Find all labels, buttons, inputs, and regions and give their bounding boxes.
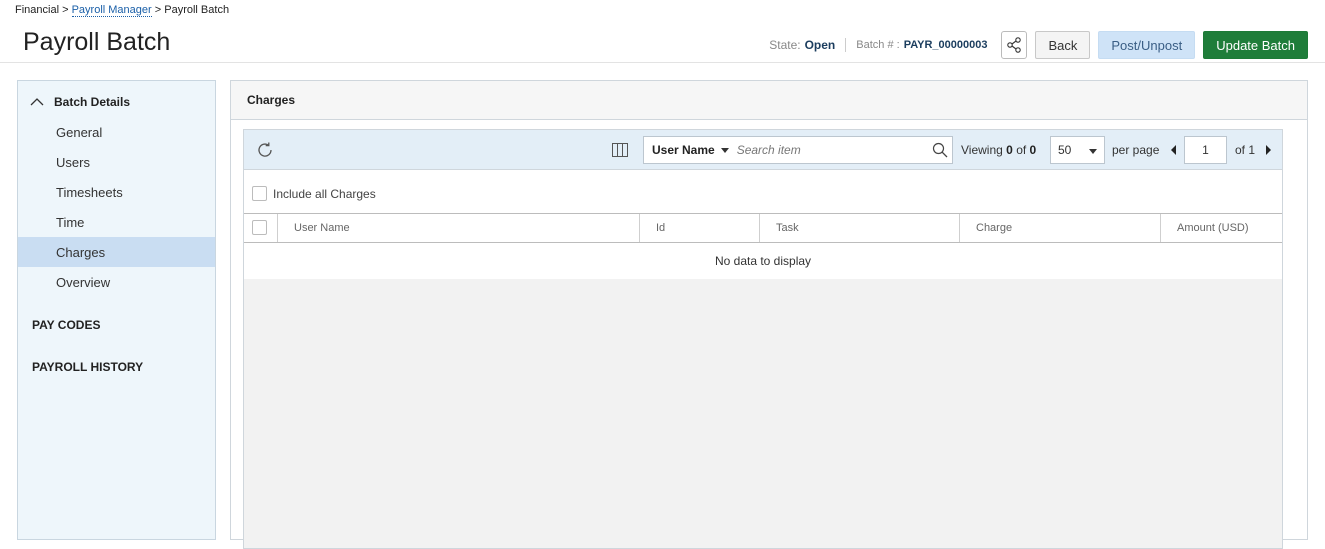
column-header-id[interactable]: Id (639, 214, 759, 242)
sidebar-item-users[interactable]: Users (18, 147, 215, 177)
chevron-up-icon (30, 98, 44, 106)
sidebar-item-charges[interactable]: Charges (18, 237, 215, 267)
page-title: Payroll Batch (23, 28, 171, 56)
breadcrumb-separator: > (154, 4, 162, 16)
state-value: Open (804, 38, 836, 52)
page-header: Financial > Payroll Manager > Payroll Ba… (0, 0, 1325, 63)
breadcrumb-payroll-manager[interactable]: Payroll Manager (71, 4, 152, 17)
no-data-message: No data to display (244, 243, 1282, 279)
table-header: User Name Id Task Charge Amount (USD) (244, 213, 1282, 243)
search-box: User Name (643, 136, 953, 164)
post-unpost-button[interactable]: Post/Unpost (1098, 31, 1196, 59)
per-page-label: per page (1112, 143, 1160, 157)
share-icon (1007, 37, 1022, 53)
include-all-label: Include all Charges (273, 187, 376, 201)
batch-label: Batch # : (856, 39, 900, 51)
sidebar-pay-codes[interactable]: PAY CODES (32, 318, 100, 332)
batch-details-toggle[interactable]: Batch Details (18, 91, 215, 113)
prev-page-icon[interactable] (1171, 145, 1176, 155)
next-page-icon[interactable] (1266, 145, 1271, 155)
column-header-amount[interactable]: Amount (USD) (1160, 214, 1282, 242)
select-all-checkbox[interactable] (252, 220, 267, 235)
viewing-from: 0 (1006, 143, 1013, 157)
column-header-task[interactable]: Task (759, 214, 959, 242)
breadcrumb: Financial > Payroll Manager > Payroll Ba… (15, 4, 230, 17)
columns-icon[interactable] (612, 142, 628, 158)
update-batch-button[interactable]: Update Batch (1203, 31, 1308, 59)
per-page-select[interactable]: 50 (1050, 136, 1105, 164)
caret-down-icon[interactable] (720, 147, 729, 153)
viewing-total: 0 (1029, 143, 1037, 157)
charges-grid: User Name Viewing 0 of 0 50 per page (243, 129, 1283, 549)
refresh-icon[interactable] (256, 141, 274, 159)
page-number-input[interactable]: 1 (1184, 136, 1227, 164)
batch-details-label: Batch Details (54, 95, 131, 109)
of-pages-label: of 1 (1235, 143, 1256, 157)
sidebar-item-overview[interactable]: Overview (18, 267, 215, 297)
search-input[interactable] (736, 143, 927, 157)
state-label: State: (769, 38, 801, 52)
column-header-user-name[interactable]: User Name (277, 214, 639, 242)
share-button[interactable] (1001, 31, 1028, 59)
sidebar-item-timesheets[interactable]: Timesheets (18, 177, 215, 207)
sidebar-item-general[interactable]: General (18, 117, 215, 147)
breadcrumb-current: Payroll Batch (164, 4, 230, 16)
batch-value: PAYR_00000003 (903, 39, 988, 51)
viewing-label: Viewing (961, 143, 1003, 157)
viewing-count: Viewing 0 of 0 (961, 143, 1036, 157)
column-header-charge[interactable]: Charge (959, 214, 1160, 242)
panel-title: Charges (231, 81, 1307, 120)
header-actions: State: Open Batch # : PAYR_00000003 Back… (769, 31, 1308, 59)
include-all-row: Include all Charges (244, 170, 1282, 213)
sidebar-item-time[interactable]: Time (18, 207, 215, 237)
breadcrumb-separator: > (62, 4, 69, 16)
sidebar: Batch Details General Users Timesheets T… (17, 80, 216, 540)
breadcrumb-financial: Financial (15, 4, 60, 16)
charges-panel: Charges User Name Vie (230, 80, 1308, 549)
back-button[interactable]: Back (1035, 31, 1091, 59)
search-icon[interactable] (932, 142, 948, 158)
per-page-value: 50 (1058, 143, 1072, 157)
divider (845, 38, 847, 52)
sidebar-payroll-history[interactable]: PAYROLL HISTORY (32, 360, 143, 374)
viewing-of-label: of (1016, 143, 1027, 157)
select-all-cell (244, 214, 278, 242)
search-field-selector[interactable]: User Name (652, 143, 715, 157)
caret-down-icon (1089, 149, 1097, 154)
grid-toolbar: User Name Viewing 0 of 0 50 per page (244, 130, 1282, 170)
include-all-checkbox[interactable] (252, 186, 267, 201)
